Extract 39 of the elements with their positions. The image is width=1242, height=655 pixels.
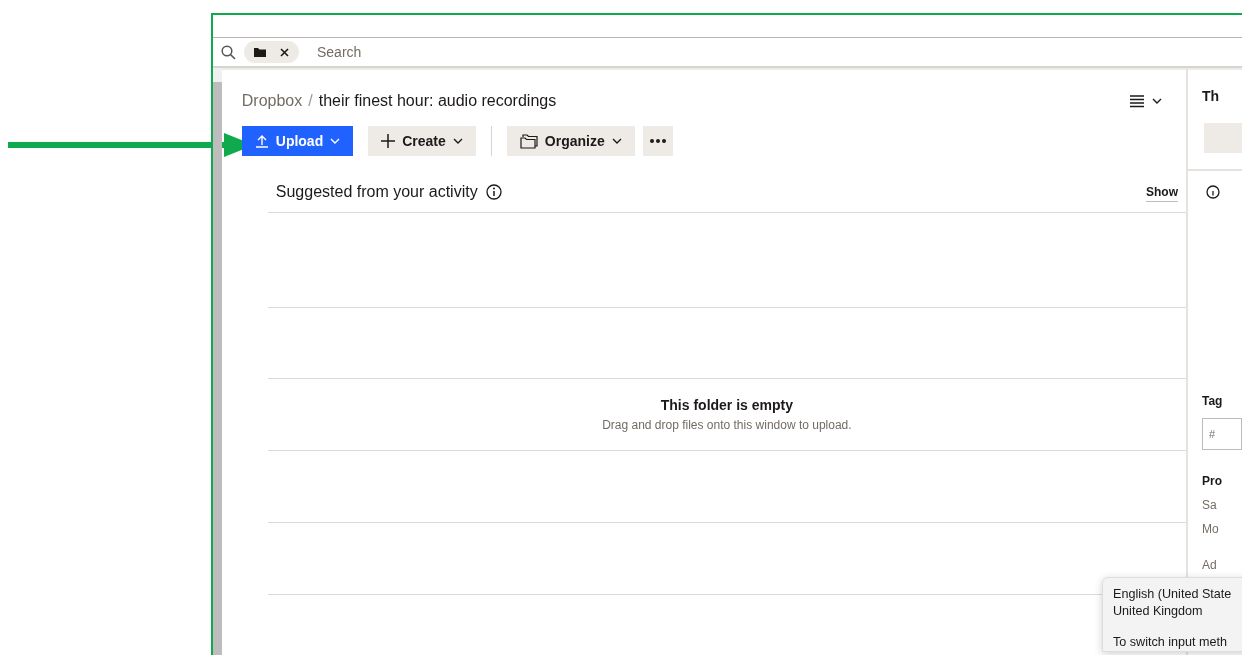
more-button[interactable] [642,126,673,156]
folder-filter-chip[interactable] [244,41,299,63]
folder-icon [254,47,266,57]
tooltip-line: English (United State [1113,586,1233,603]
chevron-icon [452,137,463,145]
close-icon[interactable] [280,47,289,57]
organize-button[interactable]: Organize [506,126,635,156]
property-label: Sa [1202,497,1218,514]
property-label: Ad [1202,557,1218,574]
more-icon [649,139,666,143]
show-link[interactable]: Show [1146,182,1178,202]
scrollbar[interactable] [213,68,222,655]
info-icon[interactable] [485,184,502,200]
chevron-icon [1152,97,1162,105]
breadcrumb-link[interactable]: Dropbox [241,89,303,113]
section-title: Suggested from your activity [275,182,478,202]
list-view-icon [1130,94,1144,108]
upload-icon [254,134,269,148]
chevron-icon [330,137,341,145]
empty-hint: Drag and drop files onto this window to upload. [602,417,852,434]
chevron-icon [611,137,622,145]
info-icon[interactable] [1206,185,1220,199]
tags-field[interactable]: # [1202,418,1242,450]
property-label: Mo [1202,521,1220,538]
view-toggle[interactable] [1130,94,1162,108]
create-button[interactable]: Create [368,126,476,156]
folders-icon [519,133,538,149]
tooltip-line: To switch input meth [1113,634,1229,651]
breadcrumb-current: their finest hour: audio recordings [318,91,557,111]
properties-title: Pro [1202,473,1223,490]
tooltip-line: United Kingdom [1113,603,1204,620]
breadcrumb-separator: / [308,91,313,111]
tags-label: Tag [1202,393,1224,410]
search-field[interactable]: Search [307,41,1242,63]
panel-title: Th [1202,87,1221,106]
upload-button[interactable]: Upload [241,126,354,156]
empty-title: This folder is empty [660,396,793,415]
search-icon [221,44,236,60]
plus-icon [381,134,396,148]
